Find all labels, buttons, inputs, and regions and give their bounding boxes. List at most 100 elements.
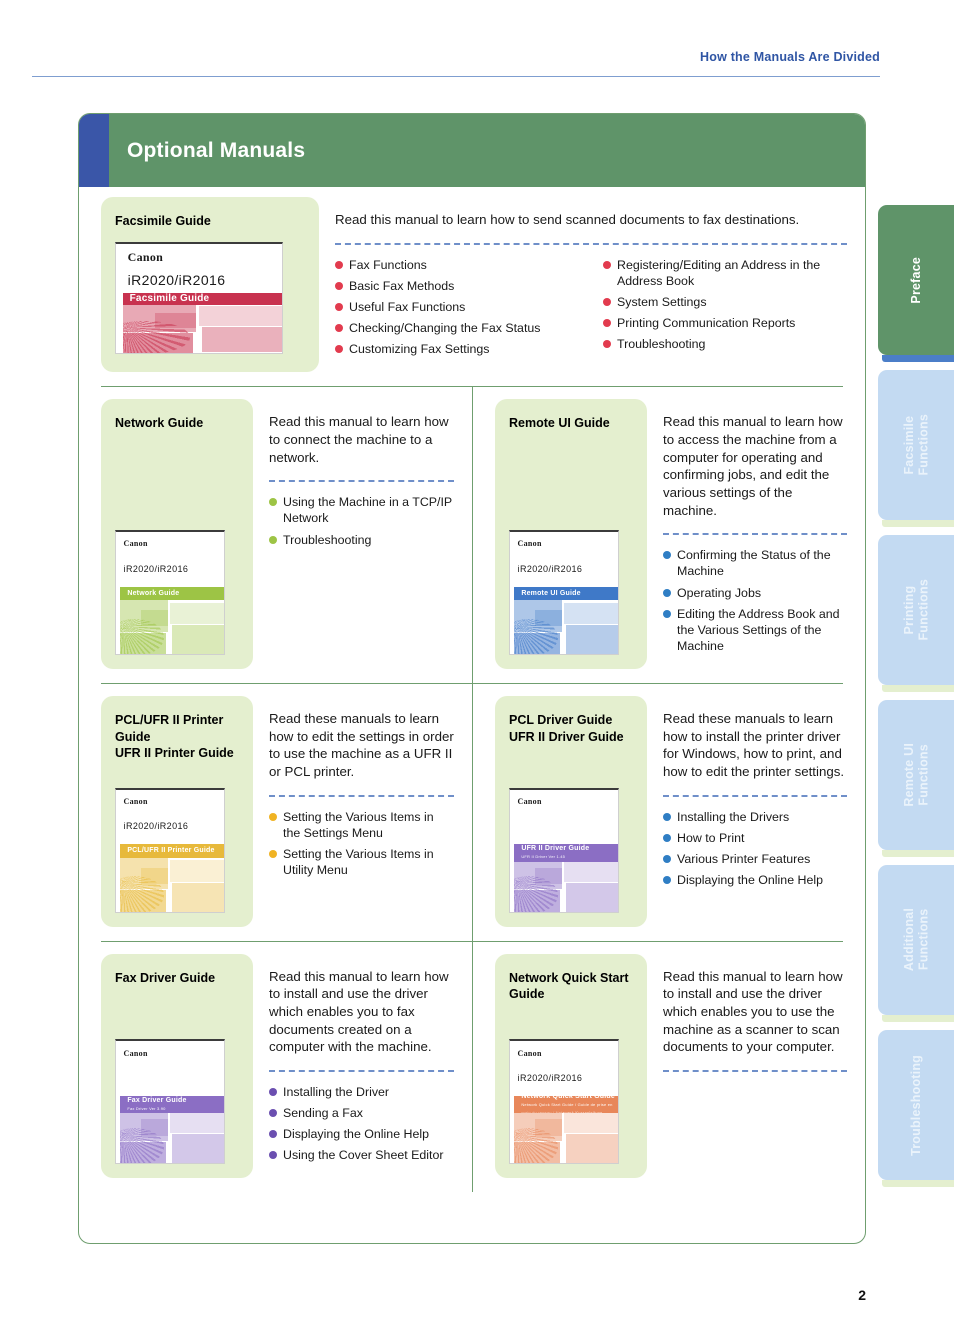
side-tab-preface[interactable]: Preface	[878, 205, 954, 362]
cover-title-band: Network Guide	[120, 586, 224, 601]
manual-cover-2: Canon iR2020/iR2016 Remote UI Guide	[509, 530, 619, 656]
manual-title: Network Quick Start Guide	[509, 970, 629, 1002]
cover-artwork	[514, 600, 618, 655]
side-tab-label: Additional Functions	[901, 908, 930, 972]
cover-art-block	[199, 306, 282, 326]
manual-block-facsimile-guide: Facsimile Guide Canon iR2020/iR2016 Facsimi…	[79, 187, 865, 386]
manual-description: Read this manual to learn how to install…	[253, 954, 472, 1179]
list-item: Customizing Fax Settings	[335, 341, 579, 357]
dashed-divider	[269, 794, 454, 797]
section-banner: Optional Manuals	[79, 114, 865, 187]
canon-logo: Canon	[123, 796, 148, 806]
list-item: Basic Fax Methods	[335, 278, 579, 294]
topic-columns: Fax Functions Basic Fax Methods Useful Fax…	[335, 257, 847, 363]
cover-art-block	[170, 860, 224, 882]
manual-title: PCL Driver Guide UFR II Driver Guide	[509, 713, 624, 744]
manual-block-pcl-driver-guide: PCL Driver Guide UFR II Driver Guide Canon…	[472, 684, 865, 941]
cover-artwork	[514, 1109, 618, 1164]
canon-logo: Canon	[123, 1048, 148, 1058]
manual-lead-text: Read this manual to learn how to install…	[663, 968, 843, 1055]
list-item: Registering/Editing an Address in the Ad…	[603, 257, 847, 289]
cover-art-block	[202, 326, 282, 353]
topic-list: Using the Machine in a TCP/IP Network Tro…	[269, 494, 454, 547]
cover-artwork	[514, 857, 618, 912]
list-item: Operating Jobs	[663, 585, 847, 601]
dashed-divider	[269, 1069, 454, 1072]
list-item: Troubleshooting	[269, 532, 454, 548]
side-tab-label: Facsimile Functions	[901, 414, 930, 476]
list-item: Displaying the Online Help	[269, 1126, 454, 1142]
banner-title: Optional Manuals	[127, 138, 306, 162]
cover-model: iR2020/iR2016	[517, 1073, 583, 1084]
topic-list: Installing the Driver Sending a Fax Displa…	[269, 1084, 454, 1164]
cover-art-block	[172, 882, 224, 912]
list-item: Editing the Address Book and the Various…	[663, 606, 847, 654]
manual-card: Facsimile Guide Canon iR2020/iR2016 Facsimi…	[101, 197, 319, 373]
cover-art-block	[564, 602, 618, 624]
manual-lead-text: Read this manual to learn how to connect…	[269, 414, 449, 465]
dashed-divider	[335, 242, 847, 245]
cover-art-block	[172, 625, 224, 655]
manual-card: PCL/UFR II Printer Guide UFR II Printer G…	[101, 696, 253, 927]
cover-artwork	[120, 600, 224, 655]
cover-art-block	[566, 625, 618, 655]
cover-art-block	[170, 602, 224, 624]
side-tab-printing-functions[interactable]: Printing Functions	[878, 535, 954, 692]
manual-card: Remote UI Guide Canon iR2020/iR2016 Remote …	[495, 399, 647, 670]
manual-lead-text: Read these manuals to learn how to insta…	[663, 711, 845, 780]
list-item: Fax Functions	[335, 257, 579, 273]
manual-lead-text: Read this manual to learn how to access …	[663, 414, 843, 518]
manual-cover-0: Canon iR2020/iR2016 Facsimile Guide	[115, 241, 283, 354]
manual-description: Read this manual to learn how to access …	[647, 399, 865, 669]
side-tab-additional-functions[interactable]: Additional Functions	[878, 865, 954, 1022]
manual-description: Read these manuals to learn how to insta…	[647, 696, 865, 927]
list-item: How to Print	[663, 830, 847, 846]
cover-art-block	[564, 1111, 618, 1134]
manual-card: PCL Driver Guide UFR II Driver Guide Canon…	[495, 696, 647, 927]
dashed-divider	[663, 1069, 847, 1072]
list-item: Checking/Changing the Fax Status	[335, 320, 579, 336]
manual-card: Fax Driver Guide Canon Fax Driver Guide Fax…	[101, 953, 253, 1179]
topic-list-right: Registering/Editing an Address in the Ad…	[603, 257, 847, 363]
list-item: Installing the Driver	[269, 1084, 454, 1100]
side-tab-label: Troubleshooting	[908, 1054, 923, 1156]
side-tab-label: Remote UI Functions	[901, 743, 930, 807]
list-item: Printing Communication Reports	[603, 315, 847, 331]
side-tab-facsimile-functions[interactable]: Facsimile Functions	[878, 370, 954, 527]
manual-block-network-quick-start-guide: Network Quick Start Guide Canon iR2020/iR2…	[472, 941, 865, 1193]
cover-model: iR2020/iR2016	[123, 821, 189, 832]
list-item: Various Printer Features	[663, 851, 847, 867]
page-number: 2	[858, 1287, 866, 1303]
manual-row: Network Guide Canon iR2020/iR2016 Network G…	[79, 387, 865, 684]
side-tab-remote-ui-functions[interactable]: Remote UI Functions	[878, 700, 954, 857]
running-head-rule	[32, 76, 880, 77]
topic-list: Confirming the Status of the Machine Oper…	[663, 547, 847, 654]
cover-art-block	[566, 1134, 618, 1164]
cover-art-block	[172, 1134, 224, 1164]
dashed-divider	[663, 794, 847, 797]
dashed-divider	[269, 480, 454, 483]
cover-artwork	[122, 304, 282, 353]
canon-logo: Canon	[517, 796, 542, 806]
manual-cover-6: Canon iR2020/iR2016 Network Quick Start Gu…	[509, 1039, 619, 1165]
cover-title-band: Remote UI Guide	[514, 586, 618, 601]
canon-logo: Canon	[517, 539, 542, 549]
manual-title: Facsimile Guide	[115, 214, 211, 228]
cover-model: iR2020/iR2016	[123, 563, 189, 574]
list-item: Using the Cover Sheet Editor	[269, 1147, 454, 1163]
side-tab-nav: Preface Facsimile Functions Printing Functio…	[878, 205, 954, 1195]
list-item: Using the Machine in a TCP/IP Network	[269, 494, 454, 526]
manual-card: Network Quick Start Guide Canon iR2020/iR2…	[495, 953, 647, 1179]
side-tab-troubleshooting[interactable]: Troubleshooting	[878, 1030, 954, 1187]
list-item: Confirming the Status of the Machine	[663, 547, 847, 579]
list-item: Sending a Fax	[269, 1105, 454, 1121]
manual-block-remote-ui-guide: Remote UI Guide Canon iR2020/iR2016 Remote …	[472, 387, 865, 684]
manual-block-network-guide: Network Guide Canon iR2020/iR2016 Network G…	[79, 387, 472, 683]
list-item: Displaying the Online Help	[663, 872, 847, 888]
cover-title-band: PCL/UFR II Printer Guide	[120, 844, 224, 858]
cover-art-block	[564, 860, 618, 882]
list-item: Setting the Various Items in Utility Men…	[269, 846, 454, 878]
list-item: Setting the Various Items in the Setting…	[269, 809, 454, 841]
manual-lead-text: Read this manual to learn how to install…	[269, 968, 449, 1055]
manual-cover-3: Canon iR2020/iR2016 PCL/UFR II Printer Gui…	[115, 787, 225, 913]
